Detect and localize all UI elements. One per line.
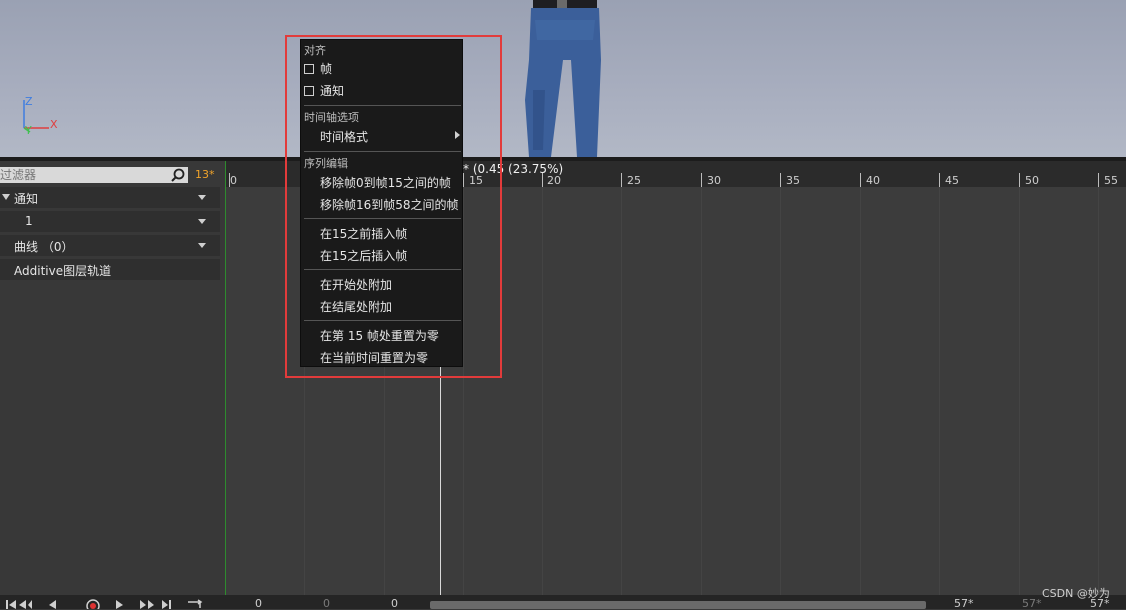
ruler-tick-label: 45 <box>945 174 959 187</box>
grid-line <box>860 187 861 595</box>
range-start-value[interactable]: 0 <box>255 597 262 610</box>
ruler-tick-label: 30 <box>707 174 721 187</box>
menu-check-notify[interactable]: 通知 <box>304 82 344 99</box>
grid-line <box>939 187 940 595</box>
grid-line <box>1019 187 1020 595</box>
watermark: CSDN @妙为 <box>1042 587 1110 600</box>
ruler-tick-label: 25 <box>627 174 641 187</box>
track-notify[interactable]: 通知 <box>0 187 220 208</box>
menu-item-remove-frames-before[interactable]: 移除帧0到帧15之间的帧 <box>320 174 451 191</box>
chevron-right-icon <box>455 131 460 139</box>
view-start-value[interactable]: 0 <box>323 597 330 610</box>
current-frame-badge: 13* <box>195 168 215 181</box>
3d-viewport[interactable]: Z Y X <box>0 0 1126 157</box>
menu-item-append-end[interactable]: 在结尾处附加 <box>320 298 392 315</box>
chevron-down-icon[interactable] <box>198 219 206 224</box>
grid-line <box>1098 187 1099 595</box>
axis-y-label: Y <box>25 124 32 137</box>
menu-item-insert-before[interactable]: 在15之前插入帧 <box>320 225 407 242</box>
menu-separator <box>304 320 461 321</box>
ruler-tick-label: 40 <box>866 174 880 187</box>
grid-line <box>542 187 543 595</box>
ruler-tick-label: 35 <box>786 174 800 187</box>
track-additive-layer[interactable]: Additive图层轨道 <box>0 259 220 280</box>
expand-triangle-icon[interactable] <box>2 194 10 200</box>
track-label: 曲线 （0） <box>14 240 74 254</box>
menu-item-time-format[interactable]: 时间格式 <box>320 128 368 145</box>
menu-item-insert-after[interactable]: 在15之后插入帧 <box>320 247 407 264</box>
checkbox-icon[interactable] <box>304 64 314 74</box>
track-label: Additive图层轨道 <box>14 264 112 278</box>
menu-item-reset-at-frame[interactable]: 在第 15 帧处重置为零 <box>320 327 439 344</box>
menu-item-remove-frames-after[interactable]: 移除帧16到帧58之间的帧 <box>320 196 459 213</box>
view-end-value[interactable]: 57* <box>1022 597 1042 610</box>
ruler-tick <box>939 173 940 187</box>
chevron-down-icon[interactable] <box>198 243 206 248</box>
ruler-tick <box>780 173 781 187</box>
transport-controls-icon[interactable] <box>4 596 204 609</box>
track-label: 通知 <box>14 192 39 206</box>
track-label: 1 <box>25 214 33 228</box>
working-start-value[interactable]: 0 <box>391 597 398 610</box>
menu-check-frame[interactable]: 帧 <box>304 60 332 77</box>
filter-input[interactable] <box>0 167 170 183</box>
timeline-scrollbar[interactable] <box>430 601 926 609</box>
ruler-tick <box>860 173 861 187</box>
ruler-tick-label: 50 <box>1025 174 1039 187</box>
ruler-tick <box>621 173 622 187</box>
filter-row: 13* <box>0 166 225 186</box>
menu-separator <box>304 151 461 152</box>
menu-section-align: 对齐 <box>304 44 326 57</box>
track-notify-1[interactable]: 1 <box>0 211 220 232</box>
menu-section-sequence: 序列编辑 <box>304 157 348 170</box>
ruler-tick <box>1019 173 1020 187</box>
menu-separator <box>304 218 461 219</box>
axis-gizmo-icon <box>23 100 49 133</box>
ruler-tick-label: 0 <box>230 174 237 187</box>
start-marker-line <box>225 161 226 595</box>
search-icon[interactable] <box>170 167 188 183</box>
menu-item-label: 通知 <box>320 84 345 98</box>
axis-z-label: Z <box>25 95 33 108</box>
ruler-tick <box>1098 173 1099 187</box>
grid-line <box>621 187 622 595</box>
checkbox-icon[interactable] <box>304 86 314 96</box>
track-curves[interactable]: 曲线 （0） <box>0 235 220 256</box>
grid-line <box>780 187 781 595</box>
menu-section-timeline: 时间轴选项 <box>304 111 359 124</box>
working-end-value[interactable]: 57* <box>954 597 974 610</box>
menu-item-append-start[interactable]: 在开始处附加 <box>320 276 392 293</box>
menu-item-label: 帧 <box>320 62 333 76</box>
menu-item-reset-at-current[interactable]: 在当前时间重置为零 <box>320 349 428 366</box>
transport-bar: 0 0 0 57* 57* 57* <box>0 595 1126 610</box>
axis-x-label: X <box>50 118 58 131</box>
grid-line <box>701 187 702 595</box>
menu-separator <box>304 105 461 106</box>
ruler-tick-label: 55 <box>1104 174 1118 187</box>
track-list-panel: 13* 通知 1 曲线 （0） Additive图层轨道 <box>0 161 225 609</box>
menu-separator <box>304 269 461 270</box>
character-legs-figure <box>525 0 601 157</box>
chevron-down-icon[interactable] <box>198 195 206 200</box>
timeline-context-menu: 对齐 帧 通知 时间轴选项 时间格式 序列编辑 移除帧0到帧15之间的帧 移除帧… <box>300 39 463 367</box>
ruler-tick <box>701 173 702 187</box>
